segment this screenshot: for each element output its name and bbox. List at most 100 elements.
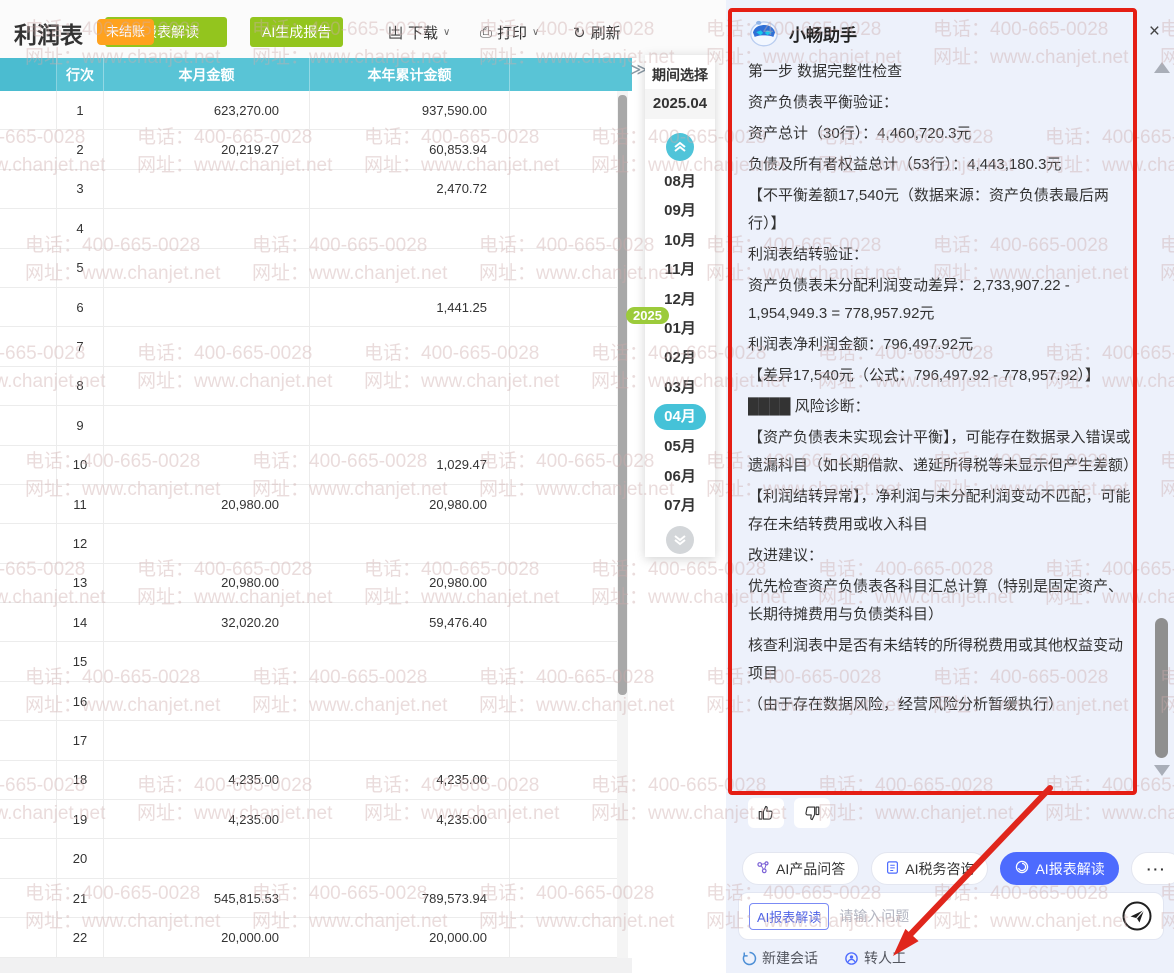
table-cell [0,918,57,956]
month-item-06月[interactable]: 06月 [654,462,706,491]
table-cell: 21 [57,879,104,917]
table-cell [0,249,57,287]
month-item-04月[interactable]: 04月 [654,404,706,430]
table-row[interactable]: 4 [0,209,617,248]
month-item-03月[interactable]: 03月 [654,373,706,402]
table-cell: 60,853.94 [310,130,510,168]
more-pills-button[interactable]: ··· [1131,852,1174,885]
table-cell [510,91,617,129]
table-cell [104,170,310,208]
table-row[interactable]: 21545,815.53789,573.94 [0,879,617,918]
panel-scrollbar-thumb[interactable] [1155,618,1168,758]
table-cell [310,839,510,877]
table-row[interactable]: 5 [0,249,617,288]
assistant-paragraph: （由于存在数据风险，经营风险分析暂缓执行） [748,691,1136,719]
table-row[interactable]: 184,235.004,235.00 [0,761,617,800]
table-cell: 20,980.00 [104,485,310,523]
table-cell [310,721,510,759]
table-row[interactable]: 9 [0,406,617,445]
table-bottom-strip [0,958,632,973]
month-item-07月[interactable]: 07月 [654,491,706,520]
print-button[interactable]: ⎙ 打印 ∨ [480,22,539,43]
table-cell [104,839,310,877]
table-header: 行次 本月金额 本年累计金额 [0,58,632,91]
table-row[interactable]: 20 [0,839,617,878]
table-cell [0,879,57,917]
table-cell: 4,235.00 [310,761,510,799]
table-row[interactable]: 1623,270.00937,590.00 [0,91,617,130]
table-cell: 623,270.00 [104,91,310,129]
new-chat-button[interactable]: 新建会话 [742,948,818,968]
table-cell: 545,815.53 [104,879,310,917]
question-input[interactable] [839,908,1111,924]
table-cell [0,682,57,720]
pill-AI报表解读[interactable]: AI报表解读 [1000,852,1118,885]
table-row[interactable]: 16 [0,682,617,721]
pill-AI产品问答[interactable]: AI产品问答 [742,852,859,885]
table-cell: 937,590.00 [310,91,510,129]
table-row[interactable]: 220,219.2760,853.94 [0,130,617,169]
table-vscrollbar-thumb[interactable] [618,95,627,695]
thumbs-down-button[interactable] [794,798,830,828]
table-cell [104,249,310,287]
table-cell: 7 [57,327,104,365]
table-cell [0,170,57,208]
table-row[interactable]: 32,470.72 [0,170,617,209]
table-cell [104,642,310,680]
table-cell: 4,235.00 [310,800,510,838]
table-row[interactable]: 17 [0,721,617,760]
transfer-to-human-button[interactable]: 转人工 [844,948,906,968]
month-item-11月[interactable]: 11月 [655,255,706,284]
table-cell: 1,029.47 [310,446,510,484]
table-cell [510,170,617,208]
table-row[interactable]: 12 [0,524,617,563]
refresh-button[interactable]: ↻ 刷新 [573,22,621,43]
scroll-months-up-button[interactable] [666,133,694,161]
refresh-label: 刷新 [591,22,621,43]
send-button[interactable] [1121,900,1153,932]
chevron-down-icon: ∨ [443,27,450,38]
table-row[interactable]: 1120,980.0020,980.00 [0,485,617,524]
table-row[interactable]: 101,029.47 [0,446,617,485]
assistant-paragraph: 【差异17,540元（公式：796,497.92 - 778,957.92）】 [748,362,1136,390]
table-row[interactable]: 61,441.25 [0,288,617,327]
table-cell [104,327,310,365]
table-cell [0,524,57,562]
table-row[interactable]: 8 [0,367,617,406]
month-item-02月[interactable]: 02月 [654,343,706,372]
table-cell: 13 [57,564,104,602]
month-item-08月[interactable]: 08月 [654,167,706,196]
table-row[interactable]: 7 [0,327,617,366]
table-cell: 9 [57,406,104,444]
table-row[interactable]: 15 [0,642,617,681]
scroll-months-down-button[interactable] [666,526,694,554]
table-cell [0,446,57,484]
close-icon[interactable]: × [1149,22,1160,41]
ai-generate-report-button[interactable]: AI生成报告 [250,17,343,47]
table-cell [510,524,617,562]
pill-AI税务咨询[interactable]: AI税务咨询 [871,852,988,885]
table-row[interactable]: 2220,000.0020,000.00 [0,918,617,957]
month-item-05月[interactable]: 05月 [654,432,706,461]
table-cell: 1 [57,91,104,129]
table-cell [310,642,510,680]
toolbar: 利润表 未结账 AI 报表解读 AI生成报告 凷 下载 ∨ ⎙ 打印 ∨ ↻ 刷… [0,0,726,58]
table-cell: 4,235.00 [104,800,310,838]
panel-scroll-down-icon[interactable] [1154,765,1170,776]
table-row[interactable]: 1320,980.0020,980.00 [0,564,617,603]
month-item-09月[interactable]: 09月 [654,196,706,225]
table-cell [510,721,617,759]
input-mode-tag: AI报表解读 [749,903,829,930]
table-row[interactable]: 1432,020.2059,476.40 [0,603,617,642]
table-cell [510,642,617,680]
thumbs-up-button[interactable] [748,798,784,828]
month-item-10月[interactable]: 10月 [654,226,706,255]
table-cell [0,761,57,799]
download-button[interactable]: 凷 下载 ∨ [388,22,450,43]
assistant-paragraph: 资产总计（30行）：4,460,720.3元 [748,120,1136,148]
panel-scroll-up-icon[interactable] [1154,62,1170,73]
table-cell [510,446,617,484]
table-row[interactable]: 194,235.004,235.00 [0,800,617,839]
table-cell [0,485,57,523]
pill-label: AI产品问答 [776,859,845,879]
